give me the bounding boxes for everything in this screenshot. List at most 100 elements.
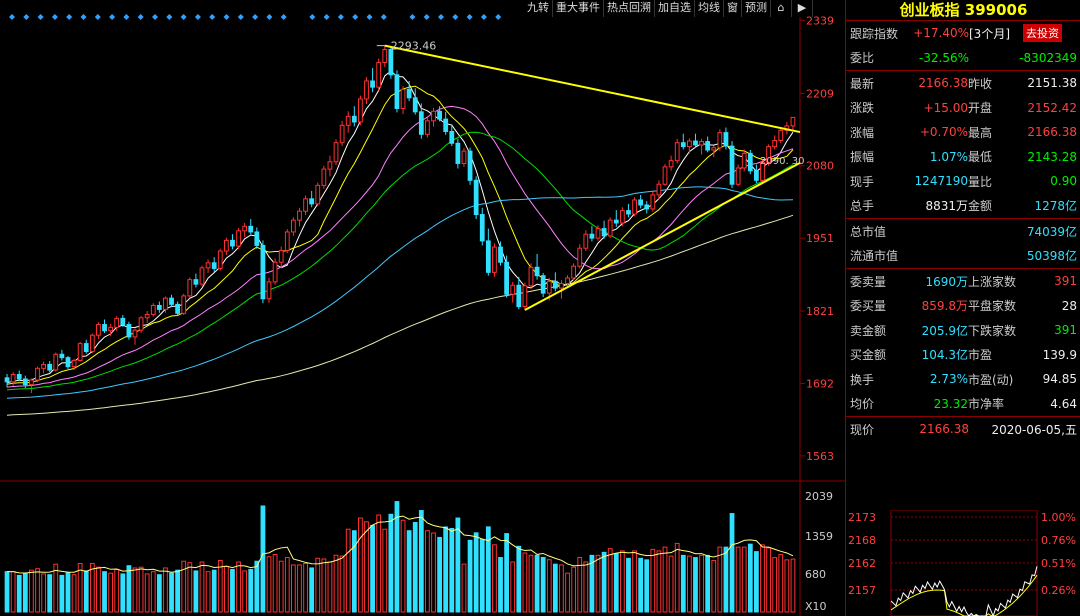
volume-bar [516,545,522,613]
quote-label: 委买量 [850,299,887,314]
quote-row: 卖金额 205.9亿 下跌家数 391 [846,318,1080,343]
volume-bar [425,530,430,613]
candle-body [626,210,631,215]
volume-bar [747,543,753,613]
volume-bar [370,524,375,613]
event-marker-icon [480,14,487,20]
quote-row: 买金额 104.3亿 市盈 139.9 [846,343,1080,368]
volume-bar [552,563,558,613]
event-marker-icon [180,14,187,20]
volume-bar [205,571,211,613]
volume-bar [686,555,692,613]
candle-body [589,233,595,239]
volume-bar [607,548,613,613]
volume-tick-label: 1359 [805,530,833,543]
toolbar-btn-4[interactable]: 均线 [695,0,724,17]
candle-body [248,225,254,233]
event-marker-icon [109,14,116,20]
volume-bar [656,550,662,613]
candle-body [412,97,418,113]
volume-bar [644,559,650,613]
volume-bar [89,562,95,613]
candle-body [138,317,144,331]
intraday-right-tick: 1.00% [1041,511,1076,524]
quote-row: 流通市值 50398亿 [846,244,1080,269]
quote-value: 23.32 [933,396,968,411]
candle-body [443,118,449,132]
volume-bar [156,574,162,613]
candle-body [601,228,607,237]
candle-body [540,275,546,294]
quote-row: 涨幅 +0.70% 最高 2166.38 [846,120,1080,145]
volume-bar [412,522,418,613]
volume-bar [650,548,656,613]
candle-body [546,280,552,294]
toolbar-btn-3[interactable]: 加自选 [655,0,695,17]
candle-body [388,49,394,76]
volume-bar [187,562,193,613]
quote-value: 205.9亿 [921,323,968,338]
candle-body [59,353,65,359]
candle-body [510,284,516,295]
trend-price-label: 2090. 30 [760,156,805,167]
volume-bar [504,533,510,613]
volume-bar [71,574,77,613]
candle-body [65,357,71,368]
volume-tick-label: 680 [805,568,826,581]
toolbar-btn-6[interactable]: 预测 [742,0,771,17]
volume-bar [309,567,315,613]
candle-body [449,130,455,144]
quote-panel: 创业板指 399006 跟踪指数 +17.40% [3个月] 去投资 委比 -32.56%… [845,0,1080,616]
candle-body [674,142,680,162]
volume-bar [376,514,382,613]
toolbar-btn-5[interactable]: 窗 [724,0,742,17]
candle-body [230,239,235,247]
candle-body [10,373,16,383]
toolbar-btn-0[interactable]: 九转 [524,0,553,17]
invest-button[interactable]: 去投资 [1023,24,1062,43]
quote-row: 总手 8831万 金额 1278亿 [846,194,1080,219]
quote-label: 流通市值 [850,249,899,264]
kline-chart[interactable]: 23392209208019511821169215632293.462090.… [0,0,845,616]
volume-bar [760,544,765,613]
quote-label: 上涨家数 [968,274,1017,289]
volume-bar [674,542,680,613]
volume-bar [266,556,272,613]
volume-bar [467,539,473,613]
candle-body [193,279,199,285]
toolbar-btn-1[interactable]: 重大事件 [553,0,604,17]
quote-value: 391 [1054,323,1077,338]
volume-bar [613,553,619,613]
event-marker-icon [366,14,373,20]
lock-icon[interactable]: ⌂ [771,0,792,17]
toolbar-btn-2[interactable]: 热点回溯 [604,0,655,17]
volume-bar [437,536,442,613]
quote-value: 2020-06-05,五 [991,422,1077,437]
volume-bar [47,574,53,613]
volume-bar [406,530,412,613]
volume-bar [565,572,570,613]
event-marker-icon [9,14,15,20]
candle-body [175,303,181,314]
volume-bar [735,546,741,613]
volume-bar [230,568,235,613]
volume-bar [741,546,747,613]
intraday-right-tick: 0.51% [1041,557,1076,570]
arrow-right-icon[interactable]: ▶ [792,0,813,17]
volume-bar [711,560,717,613]
volume-bar [59,574,65,613]
candle-body [77,343,83,361]
quote-value: 859.8万 [921,299,968,314]
quote-label: 市净率 [968,397,1005,412]
volume-bar [29,569,34,613]
quote-value: 1247190 [914,174,968,189]
event-marker-icon [438,14,444,20]
candle-body [272,261,278,283]
chart-toolbar: 九转 重大事件 热点回溯 加自选 均线窗预测 ⌂ ▶ [524,0,813,17]
quote-value: 1690万 [925,274,968,289]
volume-bar [546,559,552,613]
quote-value: +15.00 [923,100,968,115]
y-tick-label: 1692 [806,377,834,390]
candle-body [41,363,46,369]
intraday-mini-chart[interactable]: 2173 2168 2162 2157 1.00% 0.76% 0.51% 0.26% [846,510,1080,616]
